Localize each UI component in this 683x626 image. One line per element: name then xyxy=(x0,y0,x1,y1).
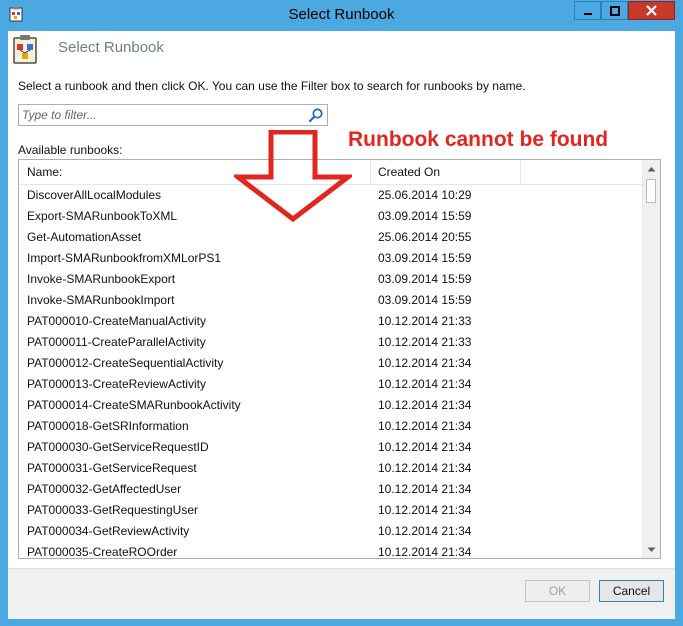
runbook-created-on: 10.12.2014 21:34 xyxy=(378,440,472,454)
runbook-name: Get-AutomationAsset xyxy=(27,230,142,244)
list-item[interactable]: Get-AutomationAsset 25.06.2014 20:55 xyxy=(19,227,643,248)
column-header-created-on[interactable]: Created On xyxy=(371,160,521,184)
dialog-body: Select Runbook Select a runbook and then… xyxy=(8,31,675,619)
list-item[interactable]: PAT000031-GetServiceRequest 10.12.2014 21… xyxy=(19,458,643,479)
list-item[interactable]: PAT000034-GetReviewActivity 10.12.2014 21… xyxy=(19,521,643,542)
runbook-created-on: 10.12.2014 21:34 xyxy=(378,398,472,412)
runbook-name: DiscoverAllLocalModules xyxy=(27,188,162,202)
down-arrow-annotation-icon xyxy=(234,130,352,222)
scroll-up-button[interactable] xyxy=(643,160,660,177)
list-item[interactable]: PAT000011-CreateParallelActivity 10.12.20… xyxy=(19,332,643,353)
list-item[interactable]: Invoke-SMARunbookImport 03.09.2014 15:59 xyxy=(19,290,643,311)
scrollbar-thumb[interactable] xyxy=(646,179,656,203)
runbook-name: PAT000030-GetServiceRequestID xyxy=(27,440,209,454)
list-item[interactable]: PAT000033-GetRequestingUser 10.12.2014 21… xyxy=(19,500,643,521)
runbook-created-on: 03.09.2014 15:59 xyxy=(378,251,472,265)
runbook-created-on: 10.12.2014 21:33 xyxy=(378,335,472,349)
scroll-down-button[interactable] xyxy=(643,541,660,558)
chevron-up-icon xyxy=(647,166,656,171)
search-icon[interactable] xyxy=(308,107,324,123)
chevron-down-icon xyxy=(647,547,656,552)
runbook-created-on: 10.12.2014 21:34 xyxy=(378,503,472,517)
list-item[interactable]: Import-SMARunbookfromXMLorPS1 03.09.2014 … xyxy=(19,248,643,269)
runbook-created-on: 10.12.2014 21:34 xyxy=(378,377,472,391)
dialog-footer: OK Cancel xyxy=(8,568,675,619)
runbook-name: PAT000032-GetAffectedUser xyxy=(27,482,182,496)
list-item[interactable]: PAT000035-CreateROOrder 10.12.2014 21:34 xyxy=(19,542,643,559)
close-icon xyxy=(646,5,657,16)
runbook-name: PAT000035-CreateROOrder xyxy=(27,545,178,559)
minimize-icon xyxy=(583,12,592,15)
list-item[interactable]: PAT000032-GetAffectedUser 10.12.2014 21:3… xyxy=(19,479,643,500)
maximize-icon xyxy=(609,5,620,16)
minimize-button[interactable] xyxy=(574,1,601,20)
runbook-created-on: 03.09.2014 15:59 xyxy=(378,272,472,286)
filter-input[interactable] xyxy=(22,107,292,123)
cancel-button[interactable]: Cancel xyxy=(599,580,664,602)
runbook-created-on: 25.06.2014 10:29 xyxy=(378,188,472,202)
available-runbooks-label: Available runbooks: xyxy=(18,143,123,157)
runbook-name: PAT000033-GetRequestingUser xyxy=(27,503,198,517)
runbook-name: PAT000012-CreateSequentialActivity xyxy=(27,356,224,370)
runbook-name: PAT000034-GetReviewActivity xyxy=(27,524,190,538)
runbook-created-on: 25.06.2014 20:55 xyxy=(378,230,472,244)
list-item[interactable]: PAT000018-GetSRInformation 10.12.2014 21:… xyxy=(19,416,643,437)
runbook-created-on: 10.12.2014 21:34 xyxy=(378,356,472,370)
runbook-created-on: 10.12.2014 21:34 xyxy=(378,419,472,433)
runbook-created-on: 10.12.2014 21:34 xyxy=(378,524,472,538)
list-item[interactable]: PAT000010-CreateManualActivity 10.12.2014… xyxy=(19,311,643,332)
list-item[interactable]: Invoke-SMARunbookExport 03.09.2014 15:59 xyxy=(19,269,643,290)
close-button[interactable] xyxy=(628,1,675,20)
runbook-name: Export-SMARunbookToXML xyxy=(27,209,178,223)
runbook-created-on: 10.12.2014 21:34 xyxy=(378,482,472,496)
runbook-name: Import-SMARunbookfromXMLorPS1 xyxy=(27,251,222,265)
dialog-header-title: Select Runbook xyxy=(58,39,164,56)
annotation-text: Runbook cannot be found xyxy=(348,128,609,151)
runbook-created-on: 10.12.2014 21:34 xyxy=(378,461,472,475)
runbook-name: PAT000010-CreateManualActivity xyxy=(27,314,206,328)
maximize-button[interactable] xyxy=(601,1,628,20)
list-item[interactable]: PAT000013-CreateReviewActivity 10.12.2014… xyxy=(19,374,643,395)
runbook-name: Invoke-SMARunbookImport xyxy=(27,293,175,307)
runbook-created-on: 10.12.2014 21:33 xyxy=(378,314,472,328)
runbook-created-on: 03.09.2014 15:59 xyxy=(378,209,472,223)
runbook-clipboard-icon xyxy=(13,35,37,64)
runbook-name: PAT000013-CreateReviewActivity xyxy=(27,377,206,391)
runbook-rows: DiscoverAllLocalModules 25.06.2014 10:29 … xyxy=(19,185,643,559)
runbook-created-on: 10.12.2014 21:34 xyxy=(378,545,472,559)
runbook-name: Invoke-SMARunbookExport xyxy=(27,272,176,286)
filter-box xyxy=(18,104,328,126)
runbook-name: PAT000018-GetSRInformation xyxy=(27,419,189,433)
vertical-scrollbar[interactable] xyxy=(642,160,660,558)
runbook-name: PAT000011-CreateParallelActivity xyxy=(27,335,206,349)
runbook-name: PAT000014-CreateSMARunbookActivity xyxy=(27,398,241,412)
runbook-created-on: 03.09.2014 15:59 xyxy=(378,293,472,307)
ok-button[interactable]: OK xyxy=(525,580,590,602)
list-item[interactable]: PAT000012-CreateSequentialActivity 10.12.… xyxy=(19,353,643,374)
runbook-name: PAT000031-GetServiceRequest xyxy=(27,461,197,475)
select-runbook-window: Select Runbook Select Runbook Select a r… xyxy=(0,0,683,626)
list-item[interactable]: PAT000014-CreateSMARunbookActivity 10.12.… xyxy=(19,395,643,416)
instructions-text: Select a runbook and then click OK. You … xyxy=(18,79,526,93)
title-bar: Select Runbook xyxy=(0,0,683,30)
list-item[interactable]: PAT000030-GetServiceRequestID 10.12.2014 … xyxy=(19,437,643,458)
